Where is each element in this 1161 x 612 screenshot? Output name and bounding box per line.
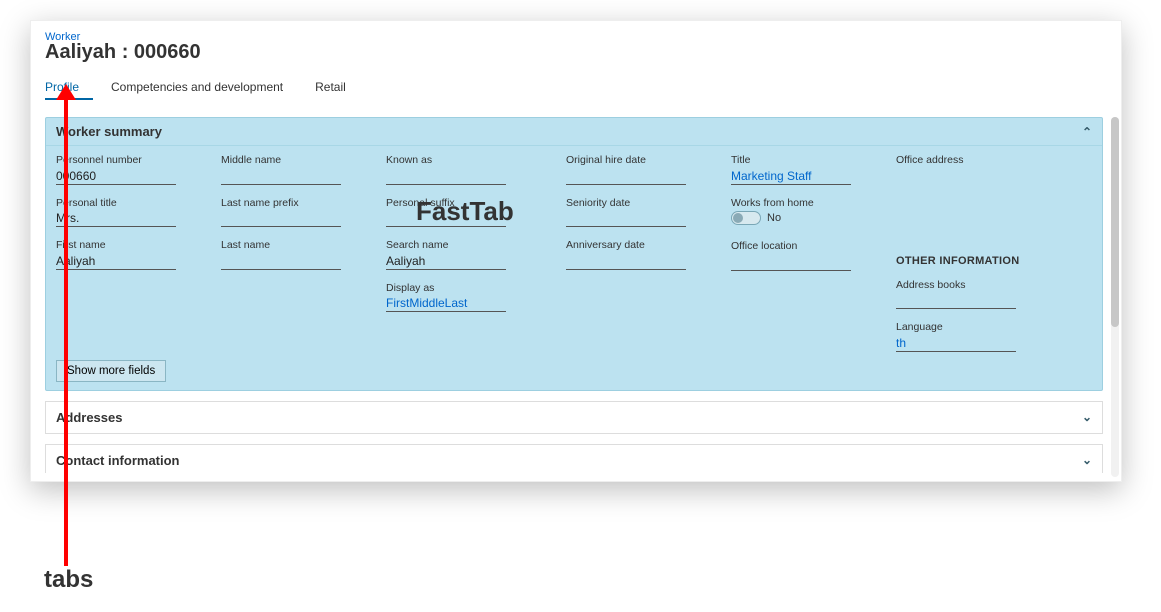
label: Language: [896, 321, 1066, 334]
label: Middle name: [221, 154, 376, 167]
col-4: Original hire date Seniority date Annive…: [566, 154, 721, 352]
office-location-input[interactable]: [731, 255, 851, 271]
first-name-input[interactable]: Aaliyah: [56, 254, 176, 270]
label: Anniversary date: [566, 239, 721, 252]
label: Personal title: [56, 197, 211, 210]
field-known-as: Known as: [386, 154, 556, 185]
chevron-up-icon: ⌃: [1082, 125, 1092, 139]
fasttab-title: Worker summary: [56, 124, 162, 139]
label: Address books: [896, 279, 1066, 292]
main-content: Worker summary ⌃ Personnel number 000660…: [45, 117, 1103, 473]
seniority-input[interactable]: [566, 211, 686, 227]
field-language: Language th: [896, 321, 1066, 352]
field-office-address: Office address: [896, 154, 1066, 167]
label: Office address: [896, 154, 1066, 167]
chevron-down-icon: ⌄: [1082, 453, 1092, 467]
label: First name: [56, 239, 211, 252]
show-more-fields-button[interactable]: Show more fields: [56, 360, 166, 382]
personal-title-input[interactable]: Mrs.: [56, 211, 176, 227]
field-office-location: Office location: [731, 240, 886, 271]
fasttab-worker-summary: Worker summary ⌃ Personnel number 000660…: [45, 117, 1103, 391]
field-display-as: Display as FirstMiddleLast: [386, 282, 556, 313]
field-last-name-prefix: Last name prefix: [221, 197, 376, 228]
label: Title: [731, 154, 886, 167]
field-search-name: Search name Aaliyah: [386, 239, 556, 270]
language-select[interactable]: th: [896, 336, 1016, 352]
field-first-name: First name Aaliyah: [56, 239, 211, 270]
field-title: Title Marketing Staff: [731, 154, 886, 185]
label: Display as: [386, 282, 556, 295]
scrollbar-thumb[interactable]: [1111, 117, 1119, 327]
field-personal-title: Personal title Mrs.: [56, 197, 211, 228]
anniversary-input[interactable]: [566, 254, 686, 270]
original-hire-input[interactable]: [566, 169, 686, 185]
label: Seniority date: [566, 197, 721, 210]
fasttab-addresses[interactable]: Addresses ⌄: [45, 401, 1103, 434]
personnel-number-input[interactable]: 000660: [56, 169, 176, 185]
other-information-header: OTHER INFORMATION: [896, 255, 1066, 267]
worker-form: Worker Aaliyah : 000660 Profile Competen…: [30, 20, 1122, 482]
label: Last name: [221, 239, 376, 252]
address-books-input[interactable]: [896, 293, 1016, 309]
field-works-from-home: Works from home No: [731, 197, 886, 229]
field-last-name: Last name: [221, 239, 376, 270]
form-header: Worker Aaliyah : 000660: [31, 21, 1121, 68]
label: Personnel number: [56, 154, 211, 167]
col-6: Office address OTHER INFORMATION Address…: [896, 154, 1066, 352]
middle-name-input[interactable]: [221, 169, 341, 185]
tab-competencies[interactable]: Competencies and development: [111, 74, 297, 100]
spacer: [896, 179, 1066, 239]
last-name-input[interactable]: [221, 254, 341, 270]
col-3: Known as Personal suffix Search name Aal…: [386, 154, 556, 352]
label: Search name: [386, 239, 556, 252]
label: Works from home: [731, 197, 886, 210]
page-title: Aaliyah : 000660: [45, 41, 1107, 64]
toggle-value: No: [767, 212, 781, 224]
field-original-hire: Original hire date: [566, 154, 721, 185]
col-5: Title Marketing Staff Works from home No…: [731, 154, 886, 352]
field-anniversary: Anniversary date: [566, 239, 721, 270]
toggle-knob: [733, 213, 743, 223]
chevron-down-icon: ⌄: [1082, 410, 1092, 424]
fasttab-title: Contact information: [56, 453, 180, 468]
search-name-input[interactable]: Aaliyah: [386, 254, 506, 270]
field-seniority: Seniority date: [566, 197, 721, 228]
col-2: Middle name Last name prefix Last name: [221, 154, 376, 352]
fasttab-header-worker-summary[interactable]: Worker summary ⌃: [46, 118, 1102, 146]
label: Known as: [386, 154, 556, 167]
field-address-books: Address books: [896, 279, 1066, 310]
tab-strip: Profile Competencies and development Ret…: [31, 68, 1121, 100]
fasttab-contact-information[interactable]: Contact information ⌄: [45, 444, 1103, 473]
col-1: Personnel number 000660 Personal title M…: [56, 154, 211, 352]
last-name-prefix-input[interactable]: [221, 211, 341, 227]
annotation-tabs-label: tabs: [44, 566, 93, 594]
field-personnel-number: Personnel number 000660: [56, 154, 211, 185]
works-from-home-toggle[interactable]: No: [731, 211, 781, 225]
title-select[interactable]: Marketing Staff: [731, 169, 851, 185]
tab-retail[interactable]: Retail: [315, 74, 360, 100]
toggle-track: [731, 211, 761, 225]
annotation-fasttab-label: FastTab: [416, 196, 514, 227]
label: Office location: [731, 240, 886, 253]
vertical-scrollbar[interactable]: [1111, 117, 1119, 477]
annotation-arrow: [64, 98, 68, 566]
label: Original hire date: [566, 154, 721, 167]
field-middle-name: Middle name: [221, 154, 376, 185]
fasttab-body: Personnel number 000660 Personal title M…: [46, 146, 1102, 352]
label: Last name prefix: [221, 197, 376, 210]
display-as-select[interactable]: FirstMiddleLast: [386, 296, 506, 312]
known-as-input[interactable]: [386, 169, 506, 185]
